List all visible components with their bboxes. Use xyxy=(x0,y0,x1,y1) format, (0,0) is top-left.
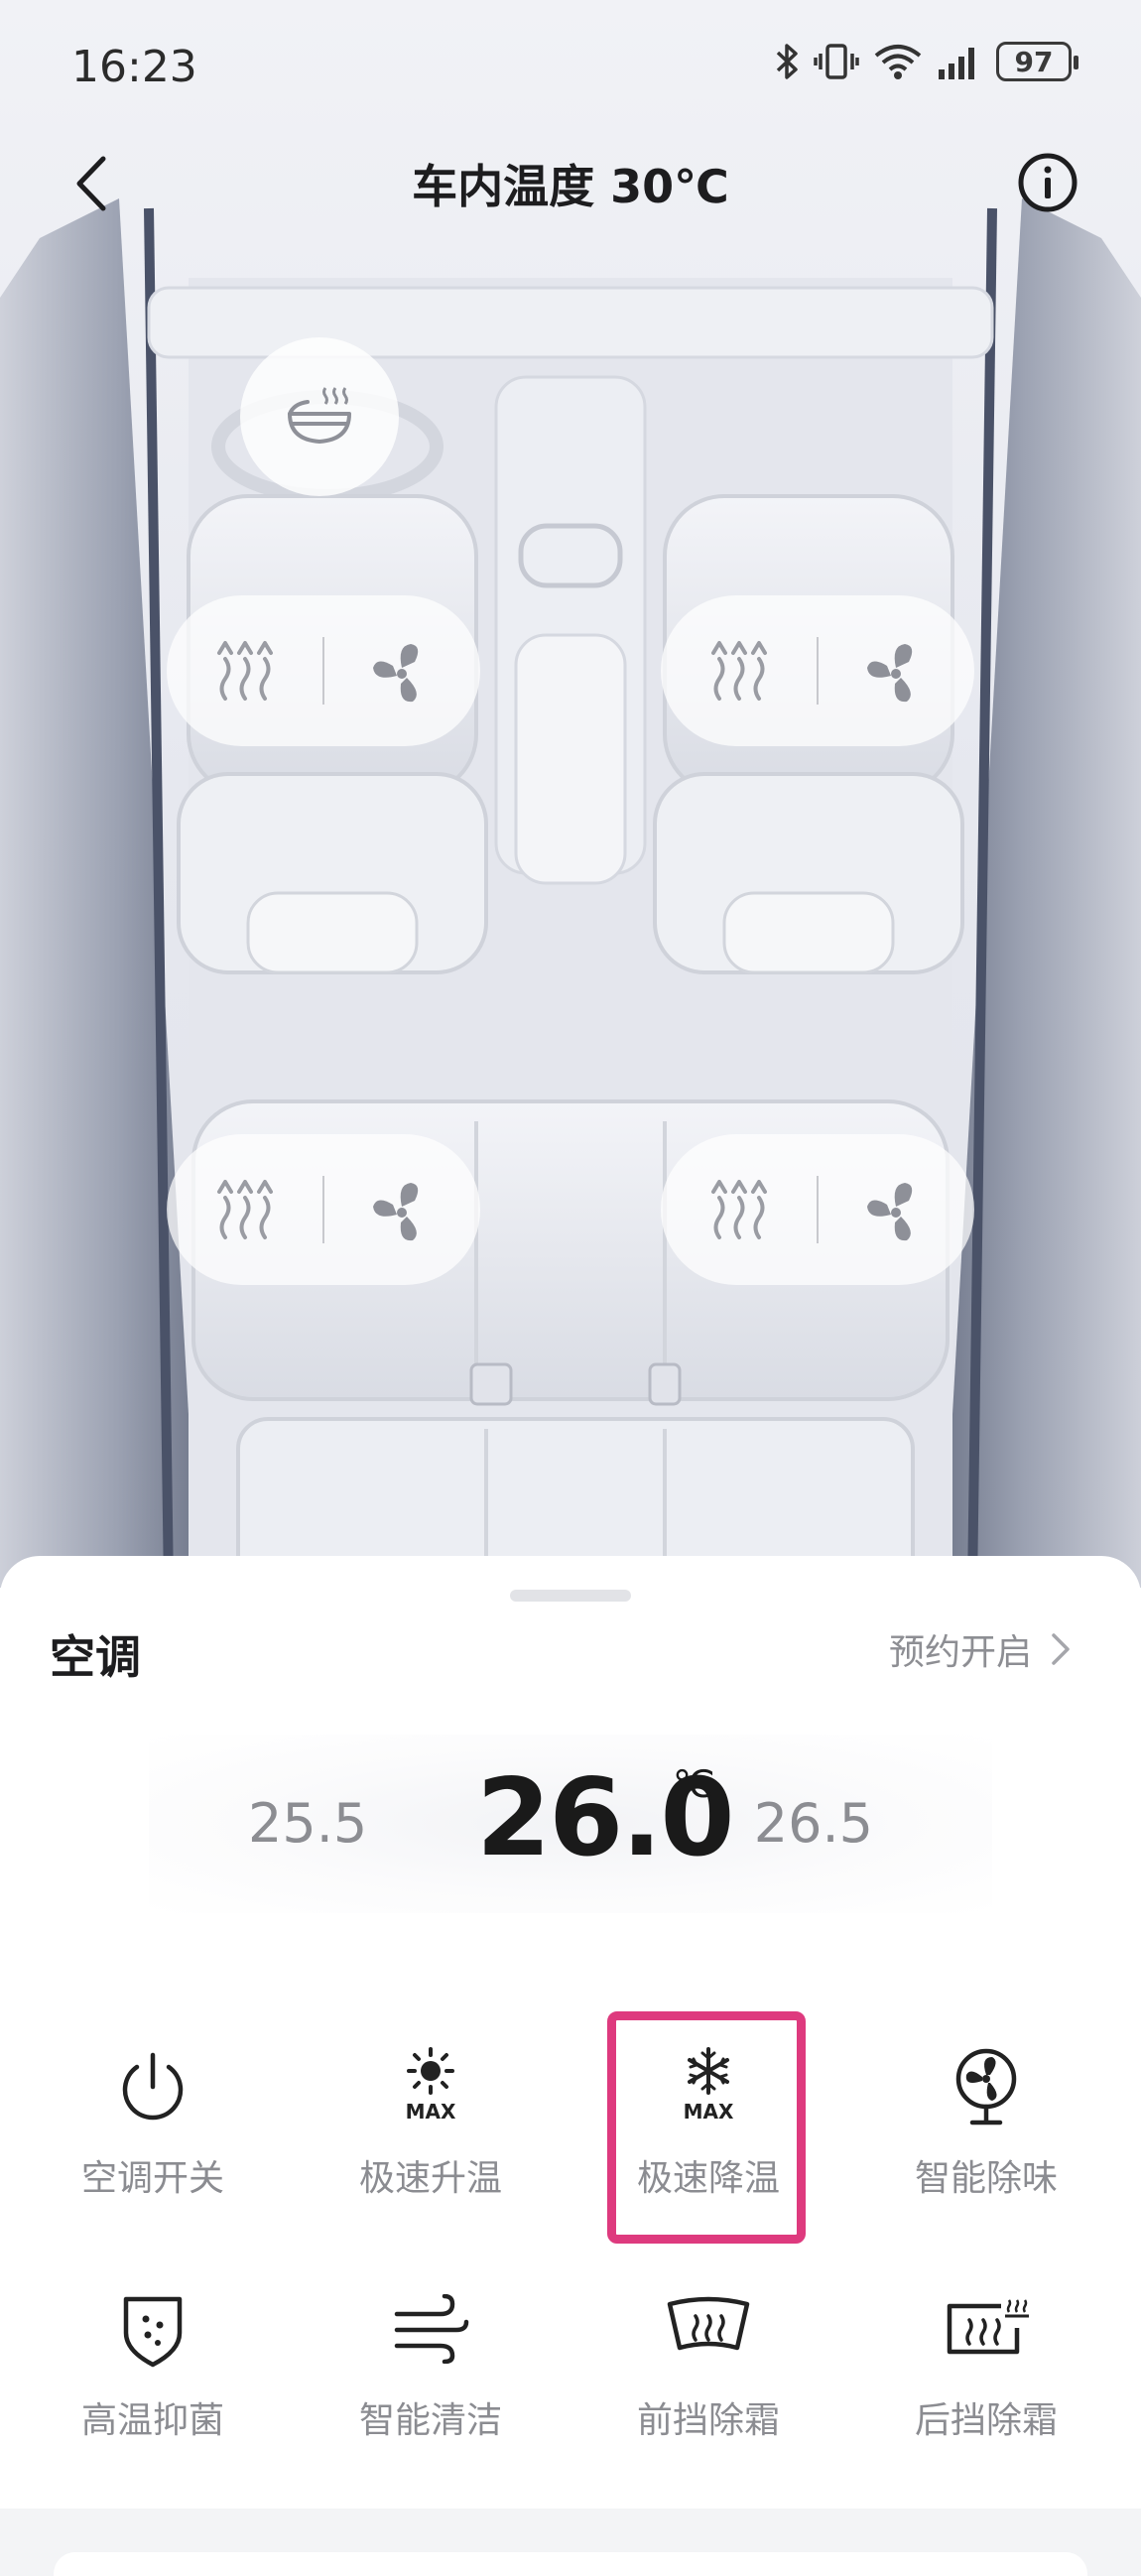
smart-deodorize-button[interactable]: 智能除味 xyxy=(887,2012,1085,2231)
temp-option-lower[interactable]: 25.5 xyxy=(248,1792,367,1855)
seat-ventilation-button[interactable] xyxy=(818,595,974,746)
schedule-link[interactable]: 预约开启 xyxy=(889,1623,1072,1675)
signal-icon xyxy=(939,48,974,79)
shield-icon xyxy=(108,2284,197,2374)
temperature-selector[interactable]: 25.5 26.0 ℃ 26.5 xyxy=(149,1735,992,1913)
seat-heat-button[interactable] xyxy=(167,595,323,746)
next-section-background xyxy=(0,2509,1141,2576)
seat-fan-icon xyxy=(867,644,913,703)
function-label: 智能清洁 xyxy=(358,2400,502,2441)
function-label: 空调开关 xyxy=(80,2158,224,2199)
temp-option-higher[interactable]: 26.5 xyxy=(754,1792,873,1855)
seat-controls-front-right xyxy=(661,595,974,746)
seat-fan-icon xyxy=(373,644,419,703)
sun-max-icon: MAX xyxy=(386,2042,475,2131)
function-label: 极速升温 xyxy=(358,2158,502,2199)
max-text: MAX xyxy=(406,2100,456,2124)
seat-fan-icon xyxy=(373,1183,419,1241)
power-icon xyxy=(108,2042,197,2131)
seat-ventilation-button[interactable] xyxy=(323,1134,480,1285)
pill-divider xyxy=(322,1176,324,1243)
wifi-icon xyxy=(874,45,922,79)
fan-icon xyxy=(942,2042,1031,2131)
seat-heat-icon xyxy=(711,641,767,701)
front-defrost-button[interactable]: 前挡除霜 xyxy=(609,2254,808,2473)
smart-clean-button[interactable]: 智能清洁 xyxy=(331,2254,530,2473)
pill-divider xyxy=(322,637,324,705)
rapid-heat-button[interactable]: MAX 极速升温 xyxy=(331,2012,530,2231)
seat-heat-icon xyxy=(217,1180,273,1239)
function-label: 高温抑菌 xyxy=(80,2400,224,2441)
status-icons: 97 xyxy=(774,42,1078,81)
seat-fan-icon xyxy=(867,1183,913,1241)
status-bar: 16:23 97 xyxy=(0,0,1141,139)
seat-heat-icon xyxy=(217,641,273,701)
climate-panel: 空调 预约开启 25.5 26.0 ℃ 26.5 空调开关 MAX 极速升温 M… xyxy=(0,1556,1141,2576)
seat-controls-rear-left xyxy=(167,1134,480,1285)
seat-heat-button[interactable] xyxy=(167,1134,323,1285)
highlight-box xyxy=(607,2011,806,2244)
next-section-card xyxy=(54,2552,1087,2576)
function-label: 智能除味 xyxy=(914,2158,1058,2199)
schedule-label: 预约开启 xyxy=(888,1632,1032,1673)
seat-ventilation-button[interactable] xyxy=(323,595,480,746)
sterilize-button[interactable]: 高温抑菌 xyxy=(54,2254,252,2473)
seat-controls-rear-right xyxy=(661,1134,974,1285)
front-defrost-icon xyxy=(664,2284,753,2374)
section-title: 空调 xyxy=(50,1630,141,1684)
drag-handle[interactable] xyxy=(510,1590,631,1602)
status-time: 16:23 xyxy=(71,42,197,92)
seat-heat-icon xyxy=(711,1180,767,1239)
car-interior-view: 16:23 97 车内温度 30℃ xyxy=(0,0,1141,1588)
rear-defrost-button[interactable]: 后挡除霜 xyxy=(887,2254,1085,2473)
pill-divider xyxy=(817,637,819,705)
temp-unit: ℃ xyxy=(673,1762,715,1806)
page-title: 车内温度 30℃ xyxy=(412,160,729,213)
rear-defrost-icon xyxy=(942,2284,1031,2374)
steering-wheel-heat-button[interactable] xyxy=(240,337,399,496)
seat-ventilation-button[interactable] xyxy=(818,1134,974,1285)
seat-controls-front-left xyxy=(167,595,480,746)
pill-divider xyxy=(817,1176,819,1243)
car-interior-illustration xyxy=(0,198,1141,1588)
bluetooth-icon xyxy=(776,44,798,79)
function-label: 前挡除霜 xyxy=(636,2400,780,2441)
battery-indicator: 97 xyxy=(996,42,1078,81)
steering-wheel-heat-icon xyxy=(288,387,351,444)
ac-power-button[interactable]: 空调开关 xyxy=(54,2012,252,2231)
chevron-right-icon xyxy=(1052,1633,1070,1665)
wind-icon xyxy=(386,2284,475,2374)
top-nav: 车内温度 30℃ xyxy=(0,139,1141,228)
info-icon[interactable] xyxy=(1016,151,1079,214)
seat-heat-button[interactable] xyxy=(661,1134,818,1285)
seat-heat-button[interactable] xyxy=(661,595,818,746)
function-label: 后挡除霜 xyxy=(914,2400,1058,2441)
vibrate-icon xyxy=(814,44,859,79)
